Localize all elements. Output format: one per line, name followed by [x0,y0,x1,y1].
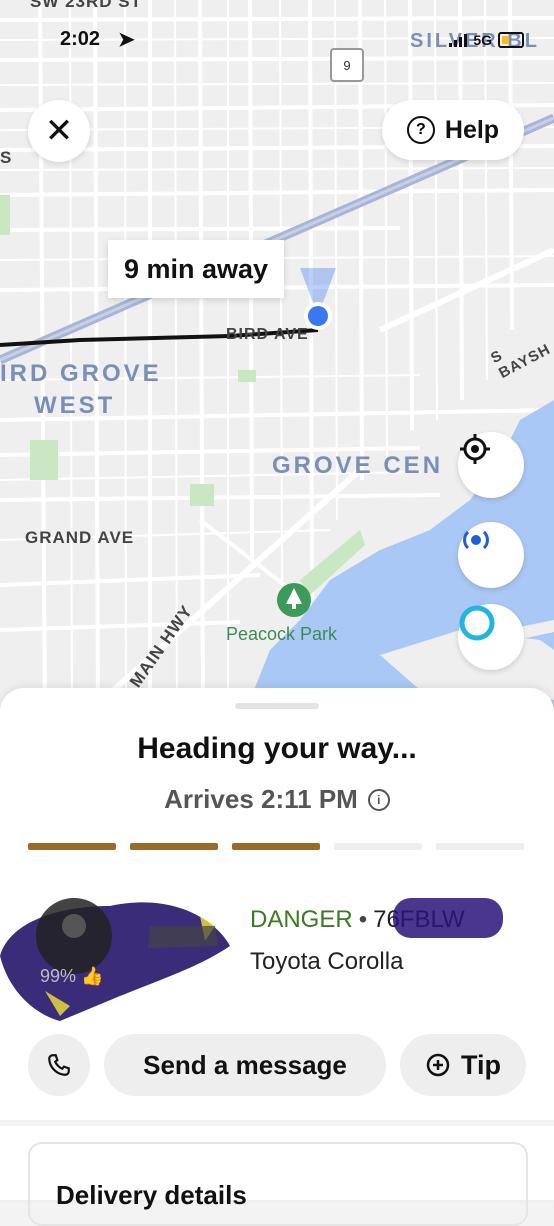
battery-icon [498,32,524,48]
help-label: Help [444,115,500,144]
broadcast-icon [463,530,489,550]
driver-plate-line: DANGER • 76FBLW [250,898,504,938]
help-icon: ? [406,116,435,144]
vehicle-info: DANGER • 76FBLW Toyota Corolla [250,898,504,976]
info-icon[interactable]: i [367,788,390,811]
share-location-button[interactable] [458,522,524,588]
driver-name: DANGER [250,906,353,933]
signal-icon [449,33,468,47]
trip-headline: Heading your way... [137,732,417,765]
send-message-label: Send a message [143,1049,347,1080]
crosshair-icon [460,434,490,464]
map-edge-s-label: S [0,148,13,167]
tip-button[interactable]: Tip [400,1034,526,1096]
section-divider [0,1120,554,1126]
sw-23rd-street-label: SW 23RD ST [30,0,143,11]
alexa-button[interactable] [458,604,524,670]
close-button[interactable]: ✕ [28,100,90,162]
status-time: 2:02 [60,28,101,50]
arrival-row: Arrives 2:11 PM i [0,784,554,815]
arrival-time: Arrives 2:11 PM [164,784,358,814]
redaction-scribble [393,898,504,938]
progress-segment-5-pending [436,843,524,850]
plus-circle-icon [426,1053,450,1077]
delivery-details-card[interactable]: Delivery details [28,1142,528,1226]
car-model: Toyota Corolla [250,948,404,975]
alexa-icon [459,605,495,641]
phone-icon [48,1054,70,1076]
driver-avatar-area: 99% 👍 [0,886,240,1026]
trip-progress-bar [28,843,524,850]
delivery-details-title: Delivery details [56,1180,247,1210]
map-view[interactable]: SW 23RD ST SILVER BL S 2:02 ➤ 5G 9 ✕ ? H… [0,0,554,720]
tip-label: Tip [461,1049,501,1080]
call-button[interactable] [28,1034,90,1096]
route-shield-icon: 9 [330,48,364,82]
bird-grove-west-label-2: WEST [34,392,116,419]
status-indicators: 5G [449,32,524,48]
progress-segment-4-pending [334,843,422,850]
thumbs-up-icon: 👍 [76,966,104,986]
peacock-park-label: Peacock Park [226,624,338,644]
bird-ave-label: BIRD AVE [226,326,309,343]
driver-rating: 99% 👍 [40,966,103,987]
network-type: 5G [473,32,492,48]
driver-photo-redacted [0,898,230,1021]
progress-segment-1-done [28,843,116,850]
grand-ave-label: GRAND AVE [25,528,135,547]
send-message-button[interactable]: Send a message [104,1034,386,1096]
progress-segment-2-done [130,843,218,850]
location-arrow-icon: ➤ [118,29,135,51]
trip-status-sheet: Heading your way... Arrives 2:11 PM i 99… [0,688,554,1226]
close-icon: ✕ [44,112,74,150]
eta-bubble: 9 min away [108,240,285,298]
license-plate: 76FBLW [373,898,504,938]
recenter-button[interactable] [458,432,524,498]
grove-center-label: GROVE CEN [272,452,444,479]
sheet-grabber[interactable] [235,703,319,709]
driver-rating-value: 99% [40,966,77,986]
progress-segment-3-done [232,843,320,850]
help-button[interactable]: ? Help [382,100,524,160]
separator-dot: • [358,906,368,933]
action-row: Send a message Tip [28,1034,526,1096]
bird-grove-west-label-1: IRD GROVE [0,360,162,387]
